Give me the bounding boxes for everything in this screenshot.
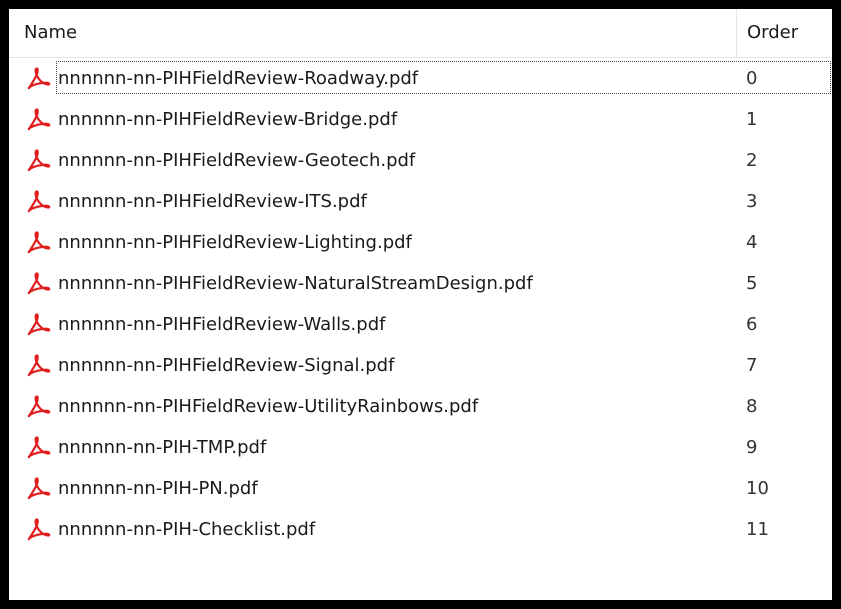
file-name: nnnnnn-nn-PIHFieldReview-Signal.pdf [58,355,395,376]
file-row[interactable]: nnnnnn-nn-PIHFieldReview-Geotech.pdf 2 [9,140,832,181]
file-name: nnnnnn-nn-PIHFieldReview-ITS.pdf [58,191,367,212]
pdf-icon [26,394,51,419]
file-order: 3 [746,191,758,212]
file-list: nnnnnn-nn-PIHFieldReview-Roadway.pdf 0 n… [9,58,832,550]
pdf-icon [26,148,51,173]
file-name: nnnnnn-nn-PIHFieldReview-Roadway.pdf [58,68,419,89]
pdf-icon [26,230,51,255]
pdf-icon [26,353,51,378]
file-row[interactable]: nnnnnn-nn-PIH-TMP.pdf 9 [9,427,832,468]
file-row[interactable]: nnnnnn-nn-PIHFieldReview-Walls.pdf 6 [9,304,832,345]
file-name: nnnnnn-nn-PIHFieldReview-Lighting.pdf [58,232,412,253]
file-order: 7 [746,355,758,376]
file-name: nnnnnn-nn-PIH-PN.pdf [58,478,258,499]
file-order: 11 [746,519,769,540]
file-name: nnnnnn-nn-PIHFieldReview-Walls.pdf [58,314,386,335]
pdf-icon [26,517,51,542]
file-name: nnnnnn-nn-PIHFieldReview-Geotech.pdf [58,150,416,171]
column-header-row: Name Order [9,9,832,58]
pdf-icon [26,271,51,296]
file-row[interactable]: nnnnnn-nn-PIHFieldReview-ITS.pdf 3 [9,181,832,222]
file-row[interactable]: nnnnnn-nn-PIHFieldReview-UtilityRainbows… [9,386,832,427]
file-order: 4 [746,232,758,253]
file-order: 8 [746,396,758,417]
file-row[interactable]: nnnnnn-nn-PIHFieldReview-Signal.pdf 7 [9,345,832,386]
file-order: 10 [746,478,769,499]
file-name: nnnnnn-nn-PIH-TMP.pdf [58,437,267,458]
file-name: nnnnnn-nn-PIH-Checklist.pdf [58,519,316,540]
file-row[interactable]: nnnnnn-nn-PIH-PN.pdf 10 [9,468,832,509]
file-order: 2 [746,150,758,171]
file-row[interactable]: nnnnnn-nn-PIHFieldReview-Roadway.pdf 0 [9,58,832,99]
file-order: 9 [746,437,758,458]
pdf-icon [26,189,51,214]
file-order: 6 [746,314,758,335]
column-header-order[interactable]: Order [736,9,832,57]
file-row[interactable]: nnnnnn-nn-PIHFieldReview-Bridge.pdf 1 [9,99,832,140]
pdf-icon [26,107,51,132]
pdf-icon [26,312,51,337]
file-name: nnnnnn-nn-PIHFieldReview-NaturalStreamDe… [58,273,533,294]
file-list-window: Name Order nnnnnn-nn-PIHFieldReview-Road… [0,0,841,609]
file-name: nnnnnn-nn-PIHFieldReview-UtilityRainbows… [58,396,479,417]
file-name: nnnnnn-nn-PIHFieldReview-Bridge.pdf [58,109,398,130]
file-row[interactable]: nnnnnn-nn-PIH-Checklist.pdf 11 [9,509,832,550]
file-order: 5 [746,273,758,294]
pdf-icon [26,476,51,501]
file-row[interactable]: nnnnnn-nn-PIHFieldReview-Lighting.pdf 4 [9,222,832,263]
file-row[interactable]: nnnnnn-nn-PIHFieldReview-NaturalStreamDe… [9,263,832,304]
pdf-icon [26,435,51,460]
file-order: 0 [746,68,758,89]
pdf-icon [26,66,51,91]
file-order: 1 [746,109,758,130]
column-header-name[interactable]: Name [9,9,736,57]
